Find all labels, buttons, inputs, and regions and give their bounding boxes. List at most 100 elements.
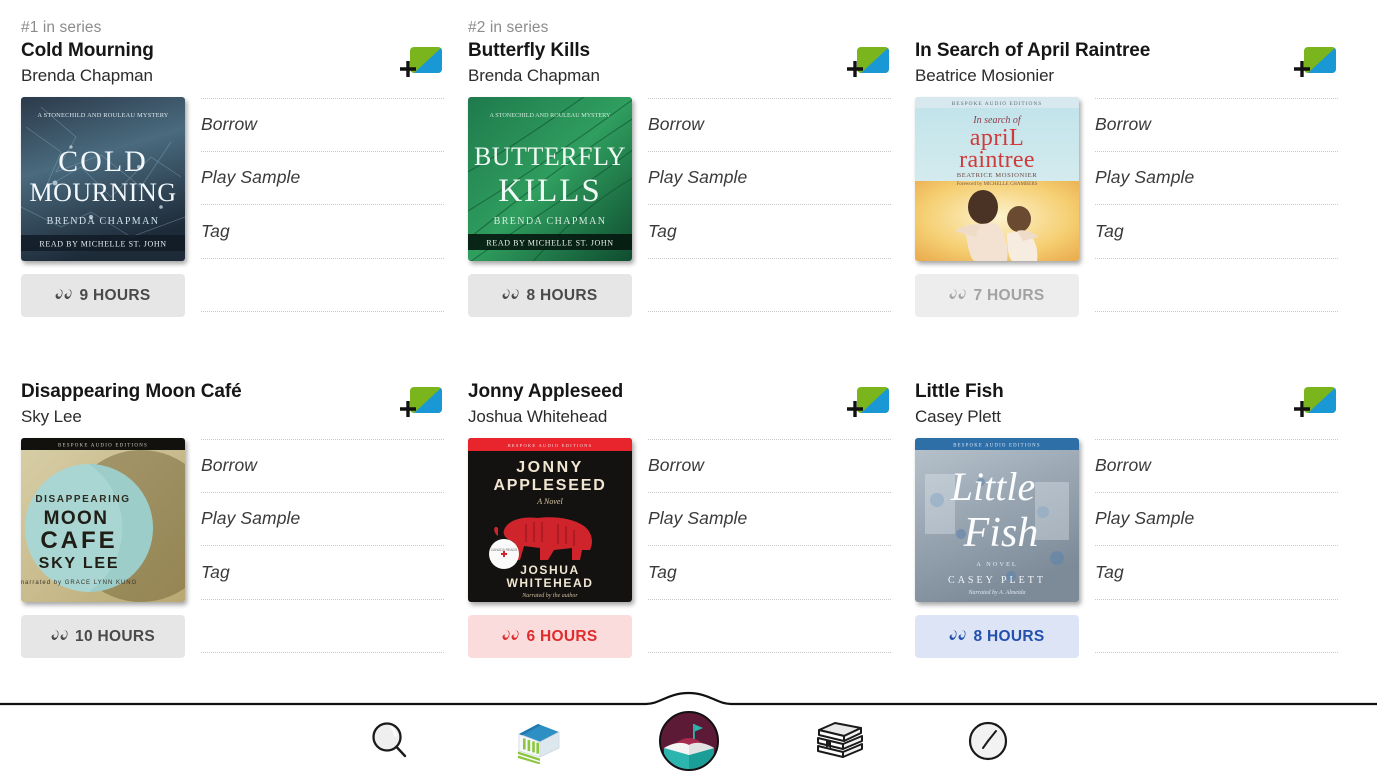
- add-to-list-icon: [1294, 387, 1336, 417]
- action-tag[interactable]: Tag: [1095, 546, 1338, 600]
- svg-text:MOON: MOON: [44, 508, 109, 529]
- nav-item-home[interactable]: [656, 708, 722, 774]
- action-play-sample[interactable]: Play Sample: [201, 493, 444, 546]
- add-to-list-icon: [400, 47, 442, 77]
- book-body: A STONECHILD AND ROULEAU MYSTERY COLD MO…: [21, 97, 468, 317]
- add-to-list-button[interactable]: [1293, 47, 1337, 83]
- action-tag[interactable]: Tag: [201, 205, 444, 259]
- book-body: BESPOKE AUDIO EDITIONS DISAPPEARING MOON…: [21, 438, 468, 658]
- action-tag[interactable]: Tag: [648, 205, 891, 259]
- action-play-sample[interactable]: Play Sample: [648, 493, 891, 546]
- svg-text:KILLS: KILLS: [498, 173, 602, 209]
- duration-badge[interactable]: 8 HOURS: [468, 274, 632, 317]
- book-card: Little Fish Casey Plett BESPOKE AUDIO ED…: [915, 347, 1362, 658]
- svg-text:CAFE: CAFE: [40, 527, 117, 554]
- svg-text:APPLESEED: APPLESEED: [493, 477, 606, 494]
- svg-text:BESPOKE AUDIO EDITIONS: BESPOKE AUDIO EDITIONS: [58, 444, 148, 449]
- action-tag[interactable]: Tag: [1095, 205, 1338, 259]
- clock-icon: [968, 721, 1007, 760]
- headphones-icon: [56, 288, 73, 299]
- action-list: Borrow Play Sample Tag: [1095, 439, 1362, 658]
- svg-text:WHITEHEAD: WHITEHEAD: [506, 576, 593, 590]
- action-play-sample[interactable]: Play Sample: [1095, 152, 1338, 205]
- duration-badge[interactable]: 10 HOURS: [21, 615, 185, 658]
- action-list: Borrow Play Sample Tag: [201, 439, 468, 658]
- action-borrow[interactable]: Borrow: [201, 439, 444, 493]
- action-borrow[interactable]: Borrow: [201, 98, 444, 152]
- action-list: Borrow Play Sample Tag: [201, 98, 468, 317]
- book-body: BESPOKE AUDIO EDITIONS In search of apri…: [915, 97, 1362, 317]
- svg-text:Narrated by A. Almeida: Narrated by A. Almeida: [967, 590, 1025, 596]
- action-play-sample[interactable]: Play Sample: [201, 152, 444, 205]
- action-tag[interactable]: Tag: [201, 546, 444, 600]
- svg-text:BESPOKE AUDIO EDITIONS: BESPOKE AUDIO EDITIONS: [508, 443, 593, 448]
- svg-text:Little: Little: [950, 464, 1035, 509]
- search-icon: [371, 721, 406, 757]
- svg-text:BRENDA CHAPMAN: BRENDA CHAPMAN: [494, 216, 607, 227]
- duration-label: 8 HOURS: [526, 286, 598, 304]
- add-to-list-icon: [1294, 47, 1336, 77]
- action-borrow[interactable]: Borrow: [648, 439, 891, 493]
- book-cover-image[interactable]: BESPOKE AUDIO EDITIONS JONNY APPLESEED A…: [468, 438, 632, 602]
- headphones-icon: [950, 288, 967, 299]
- nav-item-search[interactable]: [360, 711, 420, 771]
- book-body: A STONECHILD AND ROULEAU MYSTERY BUTTERF…: [468, 97, 915, 317]
- book-cover-image[interactable]: A STONECHILD AND ROULEAU MYSTERY COLD MO…: [21, 97, 185, 261]
- book-cover-image[interactable]: BESPOKE AUDIO EDITIONS Little Fish A NOV…: [915, 438, 1079, 602]
- action-row-empty: [648, 259, 891, 312]
- action-list: Borrow Play Sample Tag: [648, 439, 915, 658]
- duration-label: 10 HOURS: [75, 627, 155, 645]
- svg-text:CASEY PLETT: CASEY PLETT: [948, 575, 1046, 586]
- svg-text:A STONECHILD AND ROULEAU MYSTE: A STONECHILD AND ROULEAU MYSTERY: [490, 112, 611, 119]
- series-position-label: #1 in series: [21, 19, 102, 36]
- svg-text:BESPOKE AUDIO EDITIONS: BESPOKE AUDIO EDITIONS: [952, 101, 1043, 107]
- book-cover-image[interactable]: BESPOKE AUDIO EDITIONS DISAPPEARING MOON…: [21, 438, 185, 602]
- action-row-empty: [201, 259, 444, 312]
- duration-badge[interactable]: 6 HOURS: [468, 615, 632, 658]
- nav-item-library[interactable]: [508, 711, 568, 771]
- action-borrow[interactable]: Borrow: [648, 98, 891, 152]
- duration-label: 6 HOURS: [526, 627, 598, 645]
- book-grid: #1 in series Cold Mourning Brenda Chapma…: [0, 0, 1377, 690]
- nav-items: [0, 706, 1377, 775]
- svg-text:Foreword by MICHELLE CHAMBERS: Foreword by MICHELLE CHAMBERS: [957, 182, 1038, 187]
- action-borrow[interactable]: Borrow: [1095, 98, 1338, 152]
- library-icon: [517, 723, 559, 764]
- svg-text:A NOVEL: A NOVEL: [976, 561, 1018, 568]
- duration-label: 8 HOURS: [973, 627, 1045, 645]
- action-play-sample[interactable]: Play Sample: [648, 152, 891, 205]
- bottom-navigation-bar: [0, 690, 1377, 775]
- svg-text:BEATRICE MOSIONIER: BEATRICE MOSIONIER: [957, 172, 1038, 179]
- nav-item-shelf[interactable]: [810, 711, 870, 771]
- action-row-empty: [648, 600, 891, 653]
- book-card: Disappearing Moon Café Sky Lee BESPOKE A…: [21, 347, 468, 658]
- headphones-icon: [51, 629, 68, 640]
- book-card: #1 in series Cold Mourning Brenda Chapma…: [21, 0, 468, 347]
- action-row-empty: [1095, 600, 1338, 653]
- duration-label: 9 HOURS: [79, 286, 151, 304]
- home-logo-icon: [658, 710, 719, 771]
- add-to-list-button[interactable]: [399, 387, 443, 423]
- svg-text:Fish: Fish: [963, 510, 1039, 556]
- add-to-list-button[interactable]: [846, 47, 890, 83]
- add-to-list-icon: [847, 387, 889, 417]
- svg-text:A STONECHILD AND ROULEAU MYSTE: A STONECHILD AND ROULEAU MYSTERY: [37, 112, 168, 119]
- book-card: In Search of April Raintree Beatrice Mos…: [915, 0, 1362, 347]
- add-to-list-button[interactable]: [846, 387, 890, 423]
- add-to-list-button[interactable]: [1293, 387, 1337, 423]
- duration-badge[interactable]: 8 HOURS: [915, 615, 1079, 658]
- duration-badge[interactable]: 9 HOURS: [21, 274, 185, 317]
- svg-text:JOSHUA: JOSHUA: [520, 563, 580, 577]
- nav-item-timeline[interactable]: [958, 711, 1018, 771]
- action-tag[interactable]: Tag: [648, 546, 891, 600]
- action-borrow[interactable]: Borrow: [1095, 439, 1338, 493]
- book-cover-image[interactable]: A STONECHILD AND ROULEAU MYSTERY BUTTERF…: [468, 97, 632, 261]
- action-row-empty: [1095, 259, 1338, 312]
- add-to-list-button[interactable]: [399, 47, 443, 83]
- duration-badge[interactable]: 7 HOURS: [915, 274, 1079, 317]
- action-play-sample[interactable]: Play Sample: [1095, 493, 1338, 546]
- add-to-list-icon: [847, 47, 889, 77]
- book-body: BESPOKE AUDIO EDITIONS Little Fish A NOV…: [915, 438, 1362, 658]
- add-to-list-icon: [400, 387, 442, 417]
- book-cover-image[interactable]: BESPOKE AUDIO EDITIONS In search of apri…: [915, 97, 1079, 261]
